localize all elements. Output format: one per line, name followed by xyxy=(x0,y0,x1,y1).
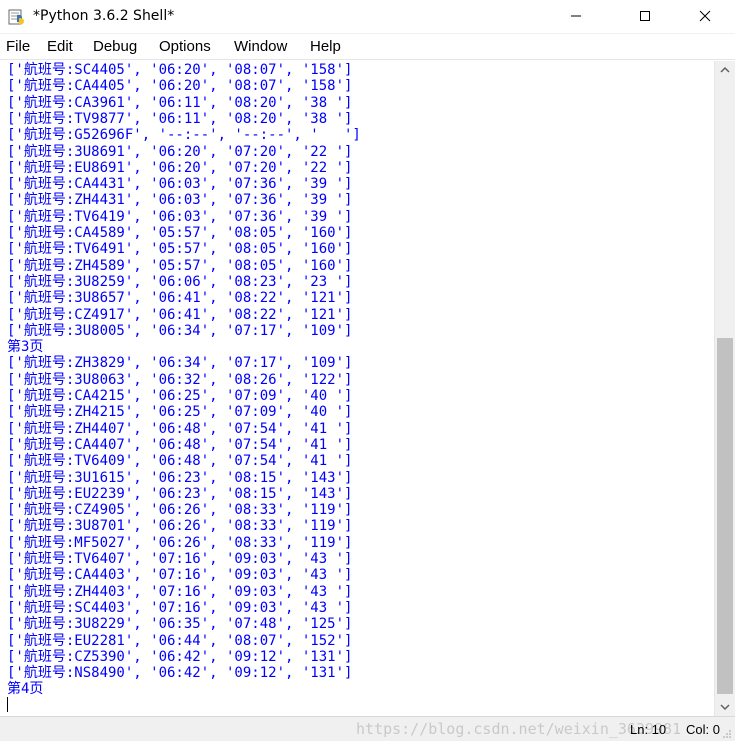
menu-file[interactable]: File xyxy=(6,38,30,55)
menu-debug[interactable]: Debug xyxy=(93,38,137,55)
maximize-icon xyxy=(640,11,650,21)
chevron-up-icon xyxy=(720,66,730,73)
status-line-number: Ln: 10 xyxy=(630,722,667,737)
status-column-number: Col: 0 xyxy=(686,722,720,737)
chevron-down-icon xyxy=(720,704,730,711)
output-line: ['航班号:MF5027', '06:26', '08:33', '119'] xyxy=(7,534,353,551)
output-line: ['航班号:CA4215', '06:25', '07:09', '40 '] xyxy=(7,388,353,404)
resize-grip-icon[interactable] xyxy=(722,729,732,739)
output-line: ['航班号:EU2281', '06:44', '08:07', '152'] xyxy=(7,632,353,649)
output-line: ['航班号:ZH4215', '06:25', '07:09', '40 '] xyxy=(7,404,353,421)
page-marker-line: 第4页 xyxy=(7,681,44,698)
output-line: ['航班号:SC4405', '06:20', '08:07', '158'] xyxy=(7,62,353,78)
output-line: ['航班号:NS8490', '06:42', '09:12', '131'] xyxy=(7,665,353,682)
minimize-icon xyxy=(571,15,581,17)
output-line: ['航班号:3U8657', '06:41', '08:22', '121'] xyxy=(7,290,353,307)
status-bar: https://blog.csdn.net/weixin_3639981 Ln:… xyxy=(0,716,735,741)
output-line: ['航班号:CA4403', '07:16', '09:03', '43 '] xyxy=(7,567,353,584)
scroll-down-button[interactable] xyxy=(715,698,735,716)
close-button[interactable] xyxy=(682,0,728,32)
menu-options[interactable]: Options xyxy=(159,38,211,55)
output-line: ['航班号:TV6409', '06:48', '07:54', '41 '] xyxy=(7,453,353,470)
output-line: ['航班号:CA4405', '06:20', '08:07', '158'] xyxy=(7,78,353,95)
output-line: ['航班号:CZ5390', '06:42', '09:12', '131'] xyxy=(7,648,353,665)
output-line: ['航班号:3U8701', '06:26', '08:33', '119'] xyxy=(7,518,353,535)
output-line: ['航班号:3U1615', '06:23', '08:15', '143'] xyxy=(7,469,353,486)
output-line: ['航班号:CZ4917', '06:41', '08:22', '121'] xyxy=(7,306,353,323)
text-cursor xyxy=(7,697,8,712)
output-line: ['航班号:3U8691', '06:20', '07:20', '22 '] xyxy=(7,143,353,160)
output-line: ['航班号:G52696F', '--:--', '--:--', ' '] xyxy=(7,127,361,144)
output-line: ['航班号:EU8691', '06:20', '07:20', '22 '] xyxy=(7,159,353,176)
vertical-scrollbar[interactable] xyxy=(714,61,735,716)
minimize-button[interactable] xyxy=(553,0,599,32)
output-line: ['航班号:ZH4407', '06:48', '07:54', '41 '] xyxy=(7,420,353,437)
window-title: *Python 3.6.2 Shell* xyxy=(33,8,175,24)
menu-window[interactable]: Window xyxy=(234,38,287,55)
output-line: ['航班号:CA4589', '05:57', '08:05', '160'] xyxy=(7,225,353,241)
output-line: ['航班号:ZH4431', '06:03', '07:36', '39 '] xyxy=(7,192,353,209)
output-line: ['航班号:TV6491', '05:57', '08:05', '160'] xyxy=(7,241,353,258)
scroll-thumb[interactable] xyxy=(717,338,733,694)
maximize-button[interactable] xyxy=(622,0,668,32)
menu-edit[interactable]: Edit xyxy=(47,38,73,55)
output-line: ['航班号:TV9877', '06:11', '08:20', '38 '] xyxy=(7,110,353,127)
menu-help[interactable]: Help xyxy=(310,38,341,55)
output-line: ['航班号:3U8063', '06:32', '08:26', '122'] xyxy=(7,371,353,388)
output-line: ['航班号:3U8005', '06:34', '07:17', '109'] xyxy=(7,322,353,339)
output-line: ['航班号:CZ4905', '06:26', '08:33', '119'] xyxy=(7,502,353,519)
close-icon xyxy=(699,10,711,22)
output-line: ['航班号:CA4407', '06:48', '07:54', '41 '] xyxy=(7,436,353,453)
shell-text-area[interactable]: ['航班号:SC4405', '06:20', '08:07', '158'][… xyxy=(0,61,714,716)
output-line: ['航班号:EU2239', '06:23', '08:15', '143'] xyxy=(7,485,353,502)
output-line: ['航班号:3U8259', '06:06', '08:23', '23 '] xyxy=(7,273,353,290)
output-line: ['航班号:TV6407', '07:16', '09:03', '43 '] xyxy=(7,551,353,567)
title-bar: *Python 3.6.2 Shell* xyxy=(0,0,735,34)
python-idle-icon xyxy=(8,9,24,25)
output-line: ['航班号:3U8229', '06:35', '07:48', '125'] xyxy=(7,616,353,633)
output-line: ['航班号:CA4431', '06:03', '07:36', '39 '] xyxy=(7,176,353,193)
output-line: ['航班号:CA3961', '06:11', '08:20', '38 '] xyxy=(7,94,353,111)
scroll-up-button[interactable] xyxy=(715,61,735,79)
page-marker-line: 第3页 xyxy=(7,339,44,356)
output-line: ['航班号:SC4403', '07:16', '09:03', '43 '] xyxy=(7,599,353,616)
output-line: ['航班号:ZH4589', '05:57', '08:05', '160'] xyxy=(7,257,353,274)
output-line: ['航班号:TV6419', '06:03', '07:36', '39 '] xyxy=(7,208,353,225)
output-line: ['航班号:ZH3829', '06:34', '07:17', '109'] xyxy=(7,355,353,372)
menu-bar: File Edit Debug Options Window Help xyxy=(0,34,735,60)
output-line: ['航班号:ZH4403', '07:16', '09:03', '43 '] xyxy=(7,583,353,600)
